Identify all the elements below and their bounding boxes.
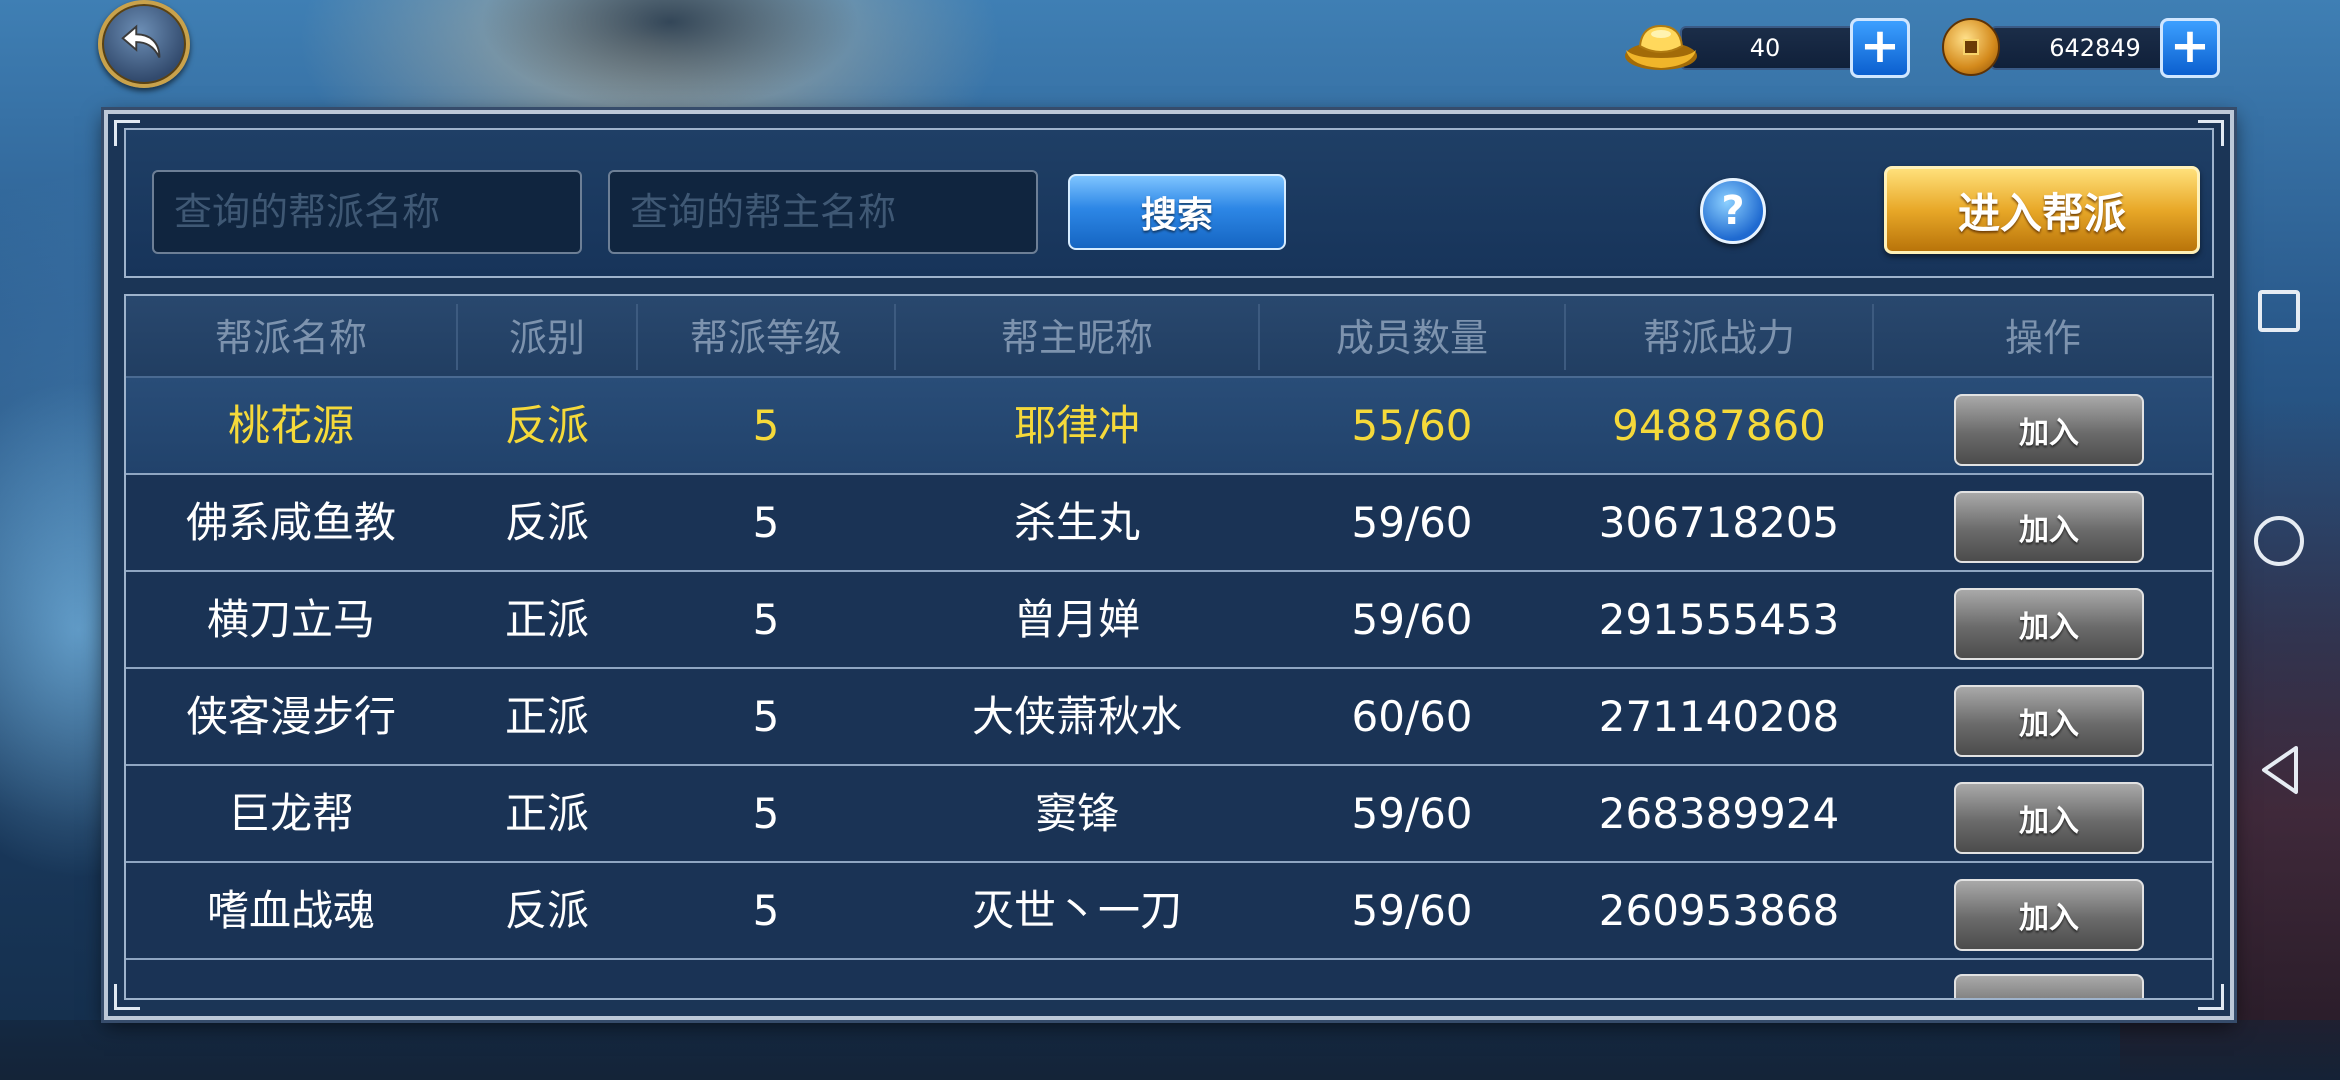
header-guild-power: 帮派战力 (1642, 316, 1795, 360)
table-row[interactable]: 横刀立马 正派 5 曾月婵 59/60 291555453 加入 (126, 572, 2212, 669)
guild-power: 271140208 (1598, 692, 1840, 741)
guild-power: 260953868 (1598, 886, 1840, 935)
gold-ingot-currency: 40 + (1620, 16, 1910, 78)
guild-leader: 曾月婵 (1013, 595, 1140, 644)
guild-power: 94887860 (1612, 401, 1826, 450)
table-row[interactable]: 桃花源 反派 5 耶律冲 55/60 94887860 加入 (126, 378, 2212, 475)
copper-coin-icon (1942, 18, 2000, 76)
guild-faction: 反派 (504, 401, 589, 450)
guild-name: 横刀立马 (206, 595, 375, 644)
guild-name: 巨龙帮 (227, 789, 354, 838)
question-mark-icon: ? (1721, 188, 1745, 234)
header-action: 操作 (2004, 316, 2081, 360)
header-faction: 派别 (508, 316, 585, 360)
guild-leader: 大侠萧秋水 (971, 692, 1182, 741)
guild-leader: 窦锋 (1034, 789, 1119, 838)
join-button[interactable]: 加入 (1954, 685, 2144, 757)
join-button-partial[interactable] (1954, 974, 2144, 998)
guild-leader: 灭世丶一刀 (971, 886, 1182, 935)
table-header: 帮派名称 派别 帮派等级 帮主昵称 成员数量 帮派战力 操作 (126, 296, 2212, 378)
guild-level: 5 (752, 886, 780, 935)
guild-rows: 桃花源 反派 5 耶律冲 55/60 94887860 加入 佛系咸鱼教 反派 … (126, 378, 2212, 998)
leader-name-search-input[interactable] (608, 170, 1038, 254)
header-guild-level: 帮派等级 (689, 316, 842, 360)
add-gold-ingot-button[interactable]: + (1850, 18, 1910, 78)
guild-name-search-input[interactable] (152, 170, 582, 254)
help-button[interactable]: ? (1700, 178, 1766, 244)
guild-level: 5 (752, 692, 780, 741)
guild-faction: 反派 (504, 886, 589, 935)
guild-members: 59/60 (1351, 789, 1473, 838)
guild-level: 5 (752, 498, 780, 547)
guild-members: 59/60 (1351, 886, 1473, 935)
guild-leader: 耶律冲 (1013, 401, 1140, 450)
table-row[interactable]: 佛系咸鱼教 反派 5 杀生丸 59/60 306718205 加入 (126, 475, 2212, 572)
search-button[interactable]: 搜索 (1068, 174, 1286, 250)
guild-level: 5 (752, 789, 780, 838)
home-icon[interactable] (2254, 516, 2304, 566)
table-row[interactable]: 侠客漫步行 正派 5 大侠萧秋水 60/60 271140208 加入 (126, 669, 2212, 766)
table-row-partial[interactable] (126, 960, 2212, 998)
gold-ingot-value: 40 (1749, 34, 1781, 62)
header-guild-name: 帮派名称 (214, 316, 367, 360)
guild-faction: 正派 (504, 595, 589, 644)
guild-faction: 反派 (504, 498, 589, 547)
background-floor (0, 1020, 2340, 1080)
join-button[interactable]: 加入 (1954, 588, 2144, 660)
header-leader-nickname: 帮主昵称 (1000, 316, 1153, 360)
copper-coin-currency: 642849 + (1930, 16, 2220, 78)
guild-members: 59/60 (1351, 595, 1473, 644)
add-copper-coin-button[interactable]: + (2160, 18, 2220, 78)
guild-faction: 正派 (504, 692, 589, 741)
plus-icon: + (2169, 18, 2211, 74)
guild-members: 60/60 (1351, 692, 1473, 741)
guild-name: 佛系咸鱼教 (185, 498, 396, 547)
guild-power: 291555453 (1598, 595, 1840, 644)
guild-table[interactable]: 帮派名称 派别 帮派等级 帮主昵称 成员数量 帮派战力 操作 桃花源 反派 5 … (124, 294, 2214, 1000)
guild-name: 嗜血战魂 (206, 886, 375, 935)
guild-level: 5 (752, 401, 780, 450)
guild-members: 59/60 (1351, 498, 1473, 547)
guild-name: 桃花源 (227, 401, 354, 450)
guild-list-panel: 搜索 ? 进入帮派 帮派名称 派别 帮派等级 帮主昵称 成员数量 帮派战力 操作… (104, 110, 2234, 1020)
guild-power: 306718205 (1598, 498, 1840, 547)
header-member-count: 成员数量 (1335, 316, 1488, 360)
guild-leader: 杀生丸 (1013, 498, 1140, 547)
join-button[interactable]: 加入 (1954, 879, 2144, 951)
guild-power: 268389924 (1598, 789, 1840, 838)
guild-faction: 正派 (504, 789, 589, 838)
plus-icon: + (1859, 18, 1901, 74)
guild-name: 侠客漫步行 (185, 692, 396, 741)
join-button[interactable]: 加入 (1954, 394, 2144, 466)
join-button[interactable]: 加入 (1954, 782, 2144, 854)
enter-guild-button[interactable]: 进入帮派 (1884, 166, 2200, 254)
nav-back-icon[interactable] (2256, 744, 2304, 796)
back-arrow-icon (121, 24, 161, 58)
back-button[interactable] (98, 0, 190, 88)
background-roof (480, 0, 860, 110)
search-bar: 搜索 ? 进入帮派 (124, 128, 2214, 278)
join-button[interactable]: 加入 (1954, 491, 2144, 563)
guild-level: 5 (752, 595, 780, 644)
recent-apps-icon[interactable] (2258, 290, 2300, 332)
table-row[interactable]: 嗜血战魂 反派 5 灭世丶一刀 59/60 260953868 加入 (126, 863, 2212, 960)
guild-members: 55/60 (1351, 401, 1473, 450)
table-row[interactable]: 巨龙帮 正派 5 窦锋 59/60 268389924 加入 (126, 766, 2212, 863)
